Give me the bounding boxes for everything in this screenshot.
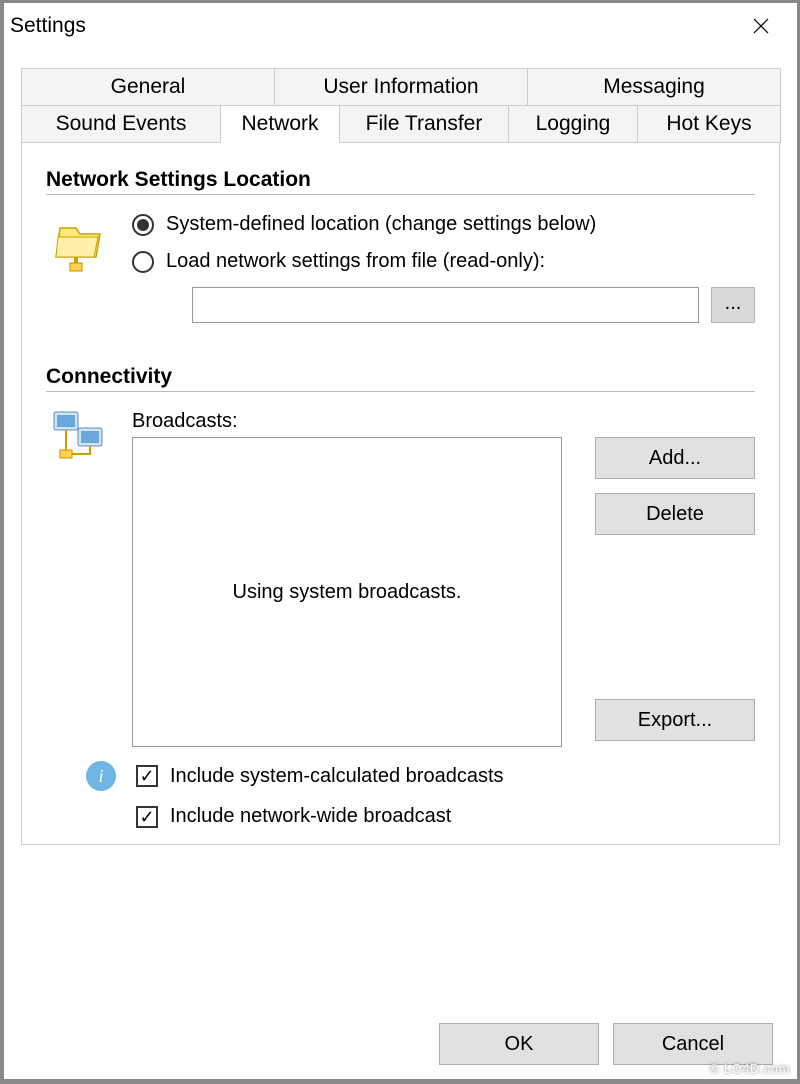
titlebar: Settings — [4, 3, 797, 49]
radio-file-label: Load network settings from file (read-on… — [166, 250, 545, 273]
listbox-placeholder: Using system broadcasts. — [233, 581, 462, 604]
delete-button[interactable]: Delete — [595, 493, 755, 535]
file-path-row: ... — [192, 287, 755, 323]
tab-file-transfer[interactable]: File Transfer — [339, 105, 509, 143]
tab-row-2: Sound Events Network File Transfer Loggi… — [21, 105, 780, 142]
ok-button[interactable]: OK — [439, 1023, 599, 1065]
window-body: General User Information Messaging Sound… — [4, 49, 797, 1079]
network-computers-icon — [46, 410, 132, 466]
info-icon: i — [86, 761, 116, 791]
settings-window: Settings General User Information Messag… — [3, 2, 798, 1080]
tab-row-1: General User Information Messaging — [21, 68, 780, 105]
tab-hot-keys[interactable]: Hot Keys — [637, 105, 781, 143]
checkbox-include-system[interactable]: i ✓ Include system-calculated broadcasts — [86, 761, 755, 791]
add-button[interactable]: Add... — [595, 437, 755, 479]
section-header-connectivity: Connectivity — [46, 365, 755, 392]
radio-load-from-file[interactable]: Load network settings from file (read-on… — [132, 250, 755, 273]
radio-icon — [132, 251, 154, 273]
tab-logging[interactable]: Logging — [508, 105, 638, 143]
location-options: System-defined location (change settings… — [132, 213, 755, 323]
section-header-location: Network Settings Location — [46, 168, 755, 195]
radio-system-defined[interactable]: System-defined location (change settings… — [132, 213, 755, 236]
close-icon — [753, 18, 769, 34]
broadcast-buttons: Add... Delete Export... — [562, 437, 755, 747]
broadcasts-label: Broadcasts: — [132, 410, 755, 433]
tab-user-information[interactable]: User Information — [274, 68, 528, 106]
checkbox-icon: ✓ — [136, 765, 158, 787]
export-button[interactable]: Export... — [595, 699, 755, 741]
window-title: Settings — [10, 14, 86, 38]
tab-container: General User Information Messaging Sound… — [20, 67, 781, 846]
radio-system-label: System-defined location (change settings… — [166, 213, 596, 236]
tab-panel-network: Network Settings Location Syst — [21, 142, 780, 845]
close-button[interactable] — [731, 6, 791, 46]
connectivity-row: Broadcasts: Using system broadcasts. Add… — [46, 410, 755, 747]
cancel-button[interactable]: Cancel — [613, 1023, 773, 1065]
checkbox-networkwide-label: Include network-wide broadcast — [170, 805, 451, 828]
file-path-input[interactable] — [192, 287, 699, 323]
radio-icon — [132, 214, 154, 236]
tab-general[interactable]: General — [21, 68, 275, 106]
connectivity-content: Broadcasts: Using system broadcasts. Add… — [132, 410, 755, 747]
checkbox-include-networkwide[interactable]: ✓ Include network-wide broadcast — [136, 805, 755, 828]
folder-network-icon — [46, 213, 132, 273]
footer-buttons: OK Cancel — [439, 1023, 773, 1065]
broadcasts-row: Using system broadcasts. Add... Delete E… — [132, 437, 755, 747]
checkbox-icon: ✓ — [136, 806, 158, 828]
tab-messaging[interactable]: Messaging — [527, 68, 781, 106]
broadcasts-listbox[interactable]: Using system broadcasts. — [132, 437, 562, 747]
browse-button[interactable]: ... — [711, 287, 755, 323]
connectivity-section: Connectivity — [46, 365, 755, 828]
tab-network[interactable]: Network — [220, 105, 340, 143]
checkbox-system-label: Include system-calculated broadcasts — [170, 765, 504, 788]
location-section: System-defined location (change settings… — [46, 213, 755, 323]
tab-sound-events[interactable]: Sound Events — [21, 105, 221, 143]
